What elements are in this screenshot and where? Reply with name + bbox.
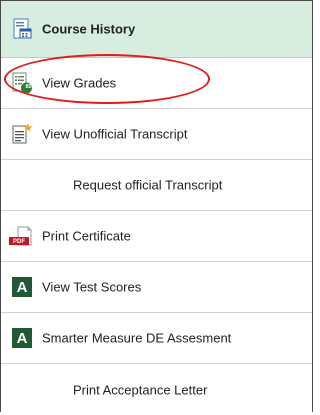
menu-item-label: Print Certificate [42, 228, 131, 244]
a-icon: A [11, 276, 33, 298]
pdf-icon: PDF [9, 225, 35, 247]
course-history-menu: Course History 85 View Grades View Unoff… [0, 0, 313, 412]
course-history-icon [11, 18, 33, 40]
menu-item-label: Print Acceptance Letter [73, 382, 208, 397]
menu-item-print-acceptance-letter[interactable]: Print Acceptance Letter [1, 364, 312, 415]
menu-item-label: Request official Transcript [73, 177, 223, 193]
menu-item-view-test-scores[interactable]: A View Test Scores [1, 262, 312, 313]
menu-item-label: View Grades [42, 75, 117, 91]
a-icon: A [11, 327, 33, 349]
grade-badge: 85 [25, 84, 32, 90]
menu-item-label: Course History [42, 21, 136, 37]
menu-item-request-official-transcript[interactable]: Request official Transcript [1, 160, 312, 211]
menu-item-label: Smarter Measure DE Assesment [42, 330, 232, 346]
a-icon-letter: A [12, 328, 32, 348]
pdf-icon-label: PDF [13, 238, 25, 245]
menu-item-smarter-measure[interactable]: A Smarter Measure DE Assesment [1, 313, 312, 364]
menu-item-print-certificate[interactable]: PDF Print Certificate [1, 211, 312, 262]
grades-icon: 85 [11, 72, 33, 94]
menu-item-view-unofficial-transcript[interactable]: View Unofficial Transcript [1, 109, 312, 160]
menu-item-view-grades[interactable]: 85 View Grades [1, 58, 312, 109]
transcript-icon [11, 123, 33, 145]
a-icon-letter: A [12, 277, 32, 297]
menu-item-label: View Test Scores [42, 279, 142, 295]
menu-item-course-history[interactable]: Course History [1, 0, 312, 58]
menu-item-label: View Unofficial Transcript [42, 126, 188, 142]
